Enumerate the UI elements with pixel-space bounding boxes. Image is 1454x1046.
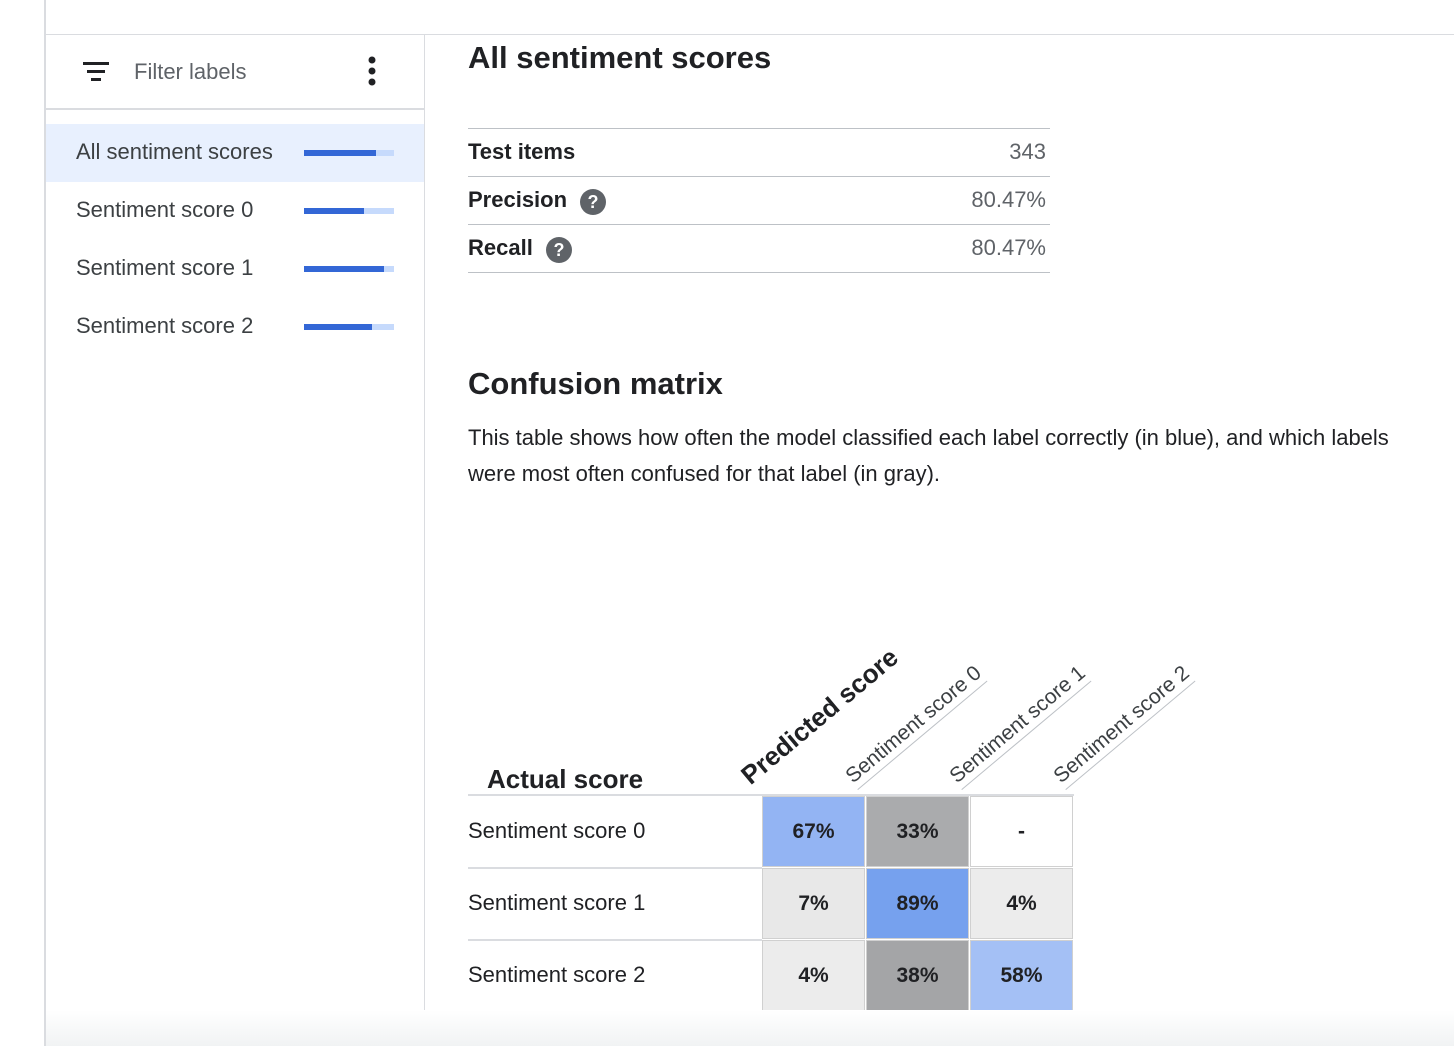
label-filter-panel: All sentiment scores Sentiment score 0 Sen… — [46, 35, 425, 1046]
actual-score-header: Actual score — [487, 764, 644, 794]
matrix-cell[interactable]: 33% — [866, 796, 969, 867]
metric-row: Test items 343 — [468, 129, 1050, 177]
label-list-item[interactable]: Sentiment score 1 — [46, 240, 424, 298]
score-bar — [304, 208, 394, 214]
score-bar-fill — [304, 266, 385, 272]
matrix-cell[interactable]: 58% — [970, 940, 1073, 1011]
filter-list-icon[interactable] — [82, 61, 110, 83]
metric-value: 80.47% — [971, 235, 1046, 260]
matrix-cell[interactable]: 4% — [762, 940, 865, 1011]
row-divider — [468, 867, 762, 869]
metric-label: Recall — [468, 235, 533, 260]
matrix-cell[interactable]: 4% — [970, 868, 1073, 939]
row-divider — [468, 939, 762, 941]
metric-row: Recall? 80.47% — [468, 225, 1050, 273]
help-icon[interactable]: ? — [580, 189, 606, 215]
label-item-text: Sentiment score 2 — [76, 313, 254, 338]
score-bar-fill — [304, 208, 365, 214]
matrix-cell[interactable]: 67% — [762, 796, 865, 867]
matrix-cell[interactable]: 89% — [866, 868, 969, 939]
label-item-text: All sentiment scores — [76, 139, 273, 164]
score-bar — [304, 324, 394, 330]
label-item-text: Sentiment score 1 — [76, 255, 254, 280]
filter-labels-input[interactable] — [134, 57, 334, 87]
more-vert-icon[interactable] — [358, 55, 386, 87]
score-bar-fill — [304, 324, 372, 330]
matrix-cell[interactable]: 38% — [866, 940, 969, 1011]
label-list: All sentiment scores Sentiment score 0 Sen… — [46, 124, 424, 356]
score-bar — [304, 150, 394, 156]
confusion-matrix-title: Confusion matrix — [468, 366, 723, 401]
metric-label: Test items — [468, 139, 576, 164]
label-list-item[interactable]: All sentiment scores — [46, 124, 424, 182]
matrix-cell[interactable]: - — [970, 796, 1073, 867]
page-title: All sentiment scores — [468, 40, 772, 75]
row-divider — [468, 1011, 762, 1013]
help-icon[interactable]: ? — [546, 237, 572, 263]
actual-row-label: Sentiment score 2 — [468, 962, 646, 987]
score-bar — [304, 266, 394, 272]
filter-bar — [46, 35, 424, 110]
metric-value: 343 — [1009, 139, 1046, 164]
label-item-text: Sentiment score 0 — [76, 197, 254, 222]
metric-row: Precision? 80.47% — [468, 177, 1050, 225]
actual-row-label: Sentiment score 1 — [468, 890, 646, 915]
metrics-table: Test items 343 Precision? 80.47% Recall? 80.4… — [468, 128, 1050, 273]
matrix-cell[interactable]: 7% — [762, 868, 865, 939]
label-list-item[interactable]: Sentiment score 0 — [46, 182, 424, 240]
actual-row-label: Sentiment score 0 — [468, 818, 646, 843]
score-bar-fill — [304, 150, 377, 156]
label-list-item[interactable]: Sentiment score 2 — [46, 298, 424, 356]
confusion-matrix: Actual score Predicted score Sentiment s… — [468, 620, 1208, 1013]
confusion-matrix-description: This table shows how often the model cla… — [468, 425, 1389, 486]
metric-value: 80.47% — [971, 187, 1046, 212]
metric-label: Precision — [468, 187, 568, 212]
